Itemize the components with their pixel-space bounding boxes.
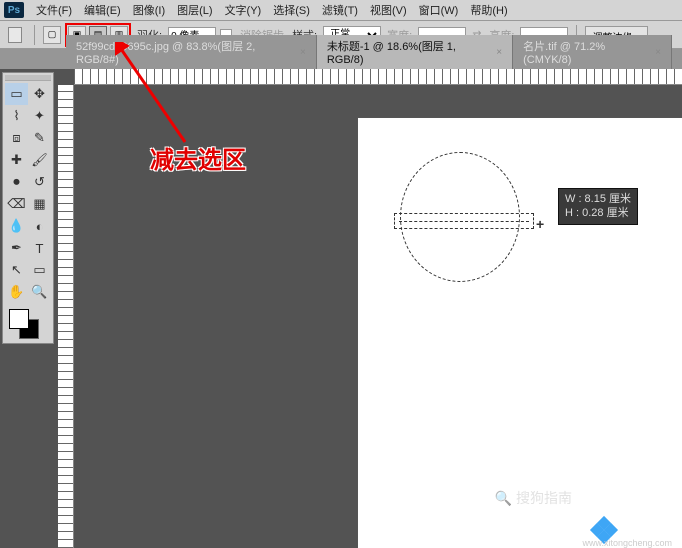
tab-doc-2[interactable]: 名片.tif @ 71.2%(CMYK/8) × xyxy=(513,35,672,69)
stamp-tool[interactable]: ⏺ xyxy=(5,171,28,193)
dodge-tool[interactable]: ◐ xyxy=(28,215,51,237)
tab-label: 未标题-1 @ 18.6%(图层 1, RGB/8) xyxy=(327,38,490,66)
ruler-horizontal[interactable] xyxy=(74,69,682,85)
crop-tool[interactable]: ⧈ xyxy=(5,127,28,149)
menu-window[interactable]: 窗口(W) xyxy=(413,0,465,20)
heal-tool[interactable]: ✚ xyxy=(5,149,28,171)
move-tool[interactable]: ✥ xyxy=(28,83,51,105)
watermark-sogou: 🔍 搜狗指南 xyxy=(495,488,572,508)
close-icon[interactable]: × xyxy=(300,47,306,58)
menu-type[interactable]: 文字(Y) xyxy=(219,0,268,20)
tab-doc-1[interactable]: 未标题-1 @ 18.6%(图层 1, RGB/8) × xyxy=(317,35,513,69)
menu-edit[interactable]: 编辑(E) xyxy=(78,0,127,20)
menu-file[interactable]: 文件(F) xyxy=(30,0,78,20)
panel-handle[interactable] xyxy=(5,75,51,81)
selection-new-button[interactable]: ▢ xyxy=(43,26,61,44)
gradient-tool[interactable]: ▦ xyxy=(28,193,51,215)
menu-help[interactable]: 帮助(H) xyxy=(464,0,513,20)
tab-label: 52f99cd06695c.jpg @ 83.8%(图层 2, RGB/8#) xyxy=(76,38,294,66)
dimension-tooltip: W : 8.15 厘米 H : 0.28 厘米 xyxy=(558,188,638,225)
eraser-tool[interactable]: ⌫ xyxy=(5,193,28,215)
cursor-crosshair-icon: + xyxy=(536,216,544,232)
document-tabs: 52f99cd06695c.jpg @ 83.8%(图层 2, RGB/8#)×… xyxy=(0,49,682,69)
color-swatches xyxy=(5,307,51,341)
blur-tool[interactable]: 💧 xyxy=(5,215,28,237)
lasso-tool[interactable]: ⌇ xyxy=(5,105,28,127)
tab-label: 名片.tif @ 71.2%(CMYK/8) xyxy=(523,38,649,66)
tooltip-width: W : 8.15 厘米 xyxy=(565,192,631,206)
menu-view[interactable]: 视图(V) xyxy=(364,0,413,20)
tab-doc-0[interactable]: 52f99cd06695c.jpg @ 83.8%(图层 2, RGB/8#) × xyxy=(66,35,317,69)
wand-tool[interactable]: ✦ xyxy=(28,105,51,127)
tool-preset-dropdown[interactable] xyxy=(8,27,22,43)
rectangle-selection xyxy=(394,213,534,229)
zoom-tool[interactable]: 🔍 xyxy=(28,281,51,303)
foreground-swatch[interactable] xyxy=(9,309,29,329)
path-select-tool[interactable]: ↖ xyxy=(5,259,28,281)
menu-bar: Ps 文件(F) 编辑(E) 图像(I) 图层(L) 文字(Y) 选择(S) 滤… xyxy=(0,0,682,21)
annotation-text: 减去选区 xyxy=(150,140,246,175)
marquee-tool[interactable]: ▭ xyxy=(5,83,28,105)
menu-select[interactable]: 选择(S) xyxy=(267,0,316,20)
tools-panel: ▭✥ ⌇✦ ⧈✎ ✚🖌 ⏺↺ ⌫▦ 💧◐ ✒T ↖▭ ✋🔍 xyxy=(2,72,54,344)
shape-tool[interactable]: ▭ xyxy=(28,259,51,281)
app-logo: Ps xyxy=(4,2,24,18)
ruler-vertical[interactable] xyxy=(58,85,74,548)
eyedropper-tool[interactable]: ✎ xyxy=(28,127,51,149)
close-icon[interactable]: × xyxy=(655,47,661,58)
menu-layer[interactable]: 图层(L) xyxy=(171,0,218,20)
brush-tool[interactable]: 🖌 xyxy=(28,149,51,171)
hand-tool[interactable]: ✋ xyxy=(5,281,28,303)
tooltip-height: H : 0.28 厘米 xyxy=(565,206,631,220)
menu-filter[interactable]: 滤镜(T) xyxy=(316,0,364,20)
type-tool[interactable]: T xyxy=(28,237,51,259)
document-canvas[interactable] xyxy=(358,118,682,548)
watermark-url: www.xitongcheng.com xyxy=(582,538,672,548)
menu-image[interactable]: 图像(I) xyxy=(127,0,171,20)
pen-tool[interactable]: ✒ xyxy=(5,237,28,259)
close-icon[interactable]: × xyxy=(496,47,502,58)
separator xyxy=(34,25,35,45)
history-brush-tool[interactable]: ↺ xyxy=(28,171,51,193)
